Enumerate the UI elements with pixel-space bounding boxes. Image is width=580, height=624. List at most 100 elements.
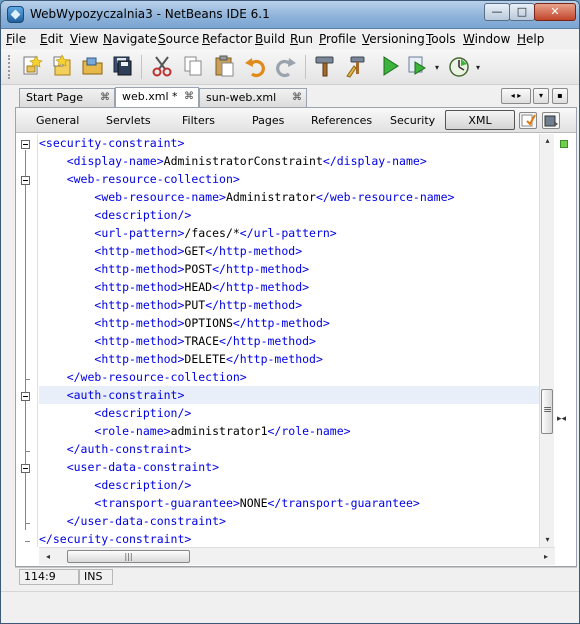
code-line[interactable]: <user-data-constraint> bbox=[39, 458, 551, 476]
code-line[interactable]: <role-name>administrator1</role-name> bbox=[39, 422, 551, 440]
menu-source[interactable]: Source bbox=[158, 32, 199, 46]
tab-web-xml[interactable]: web.xml * ⌘ bbox=[115, 87, 199, 107]
redo-icon[interactable] bbox=[274, 54, 298, 78]
tab-sun-web-xml[interactable]: sun-web.xml ⌘ bbox=[199, 88, 307, 107]
vertical-scrollbar[interactable]: ▴ ▾ bbox=[539, 134, 554, 547]
menu-window[interactable]: Window bbox=[463, 32, 510, 46]
fold-toggle-web-resource-collection[interactable] bbox=[21, 176, 30, 185]
subtab-pages[interactable]: Pages bbox=[252, 114, 284, 127]
horizontal-scroll-thumb[interactable]: ||| bbox=[67, 550, 190, 563]
code-line[interactable]: </user-data-constraint> bbox=[39, 512, 551, 530]
title-bar[interactable]: WebWypozyczalnia3 - NetBeans IDE 6.1 — □… bbox=[1, 1, 579, 29]
debug-dropdown-arrow[interactable]: ▾ bbox=[435, 63, 439, 72]
code-line[interactable]: <security-constraint> bbox=[39, 134, 551, 152]
menu-navigate[interactable]: Navigate bbox=[103, 32, 157, 46]
undo-icon[interactable] bbox=[243, 54, 267, 78]
profile-icon[interactable] bbox=[447, 54, 471, 78]
xml-tag: <description/> bbox=[94, 208, 192, 222]
scroll-down-button[interactable]: ▾ bbox=[540, 533, 555, 547]
subtab-security[interactable]: Security bbox=[390, 114, 435, 127]
code-line[interactable]: </security-constraint> bbox=[39, 530, 551, 547]
close-button[interactable]: ✕ bbox=[534, 3, 576, 21]
code-line[interactable]: </auth-constraint> bbox=[39, 440, 551, 458]
scroll-up-button[interactable]: ▴ bbox=[540, 134, 555, 148]
code-line[interactable]: <http-method>HEAD</http-method> bbox=[39, 278, 551, 296]
tab-scroll-buttons[interactable]: ◂ ▸ bbox=[501, 88, 531, 104]
subtab-xml[interactable]: XML bbox=[445, 110, 515, 130]
fold-toggle-security-constraint[interactable] bbox=[21, 140, 30, 149]
subtab-references[interactable]: References bbox=[311, 114, 372, 127]
menu-help[interactable]: Help bbox=[517, 32, 544, 46]
code-line[interactable]: <auth-constraint> bbox=[39, 386, 551, 404]
code-line[interactable]: </web-resource-collection> bbox=[39, 368, 551, 386]
code-line[interactable]: <description/> bbox=[39, 476, 551, 494]
restore-window-button[interactable]: ▪ bbox=[552, 88, 568, 104]
code-line[interactable]: <http-method>DELETE</http-method> bbox=[39, 350, 551, 368]
xml-check-icon[interactable] bbox=[519, 112, 537, 129]
run-icon[interactable] bbox=[378, 54, 402, 78]
menu-refactor[interactable]: Refactor bbox=[202, 32, 252, 46]
tab-start-page[interactable]: Start Page ⌘ bbox=[19, 88, 115, 107]
code-line[interactable]: <http-method>TRACE</http-method> bbox=[39, 332, 551, 350]
scroll-left-button[interactable]: ◂ bbox=[41, 550, 55, 564]
code-line[interactable]: <http-method>GET</http-method> bbox=[39, 242, 551, 260]
new-project-icon[interactable] bbox=[20, 54, 44, 78]
code-line[interactable]: <description/> bbox=[39, 404, 551, 422]
xml-tag: </security-constraint> bbox=[39, 532, 192, 546]
code-line[interactable]: <transport-guarantee>NONE</transport-gua… bbox=[39, 494, 551, 512]
subtab-filters[interactable]: Filters bbox=[182, 114, 215, 127]
xml-tag: <http-method> bbox=[94, 244, 185, 258]
cut-icon[interactable] bbox=[150, 54, 174, 78]
scroll-right-button[interactable]: ▸ bbox=[539, 550, 553, 564]
code-area[interactable]: <security-constraint> <display-name>Admi… bbox=[39, 134, 551, 547]
tab-list-dropdown[interactable]: ▾ bbox=[533, 88, 549, 104]
code-line[interactable]: <web-resource-collection> bbox=[39, 170, 551, 188]
subtab-servlets[interactable]: Servlets bbox=[106, 114, 151, 127]
menu-edit[interactable]: Edit bbox=[40, 32, 63, 46]
new-file-icon[interactable] bbox=[50, 54, 74, 78]
tab-label: sun-web.xml bbox=[206, 91, 277, 104]
menu-profile[interactable]: Profile bbox=[319, 32, 356, 46]
debug-icon[interactable] bbox=[406, 54, 430, 78]
xml-text: GET bbox=[184, 244, 206, 258]
menu-build[interactable]: Build bbox=[255, 32, 285, 46]
minimize-button[interactable]: — bbox=[484, 3, 510, 21]
save-all-icon[interactable] bbox=[111, 54, 135, 78]
close-tab-icon[interactable]: ⌘ bbox=[292, 92, 302, 103]
menu-file[interactable]: File bbox=[6, 32, 26, 46]
code-line[interactable]: <http-method>POST</http-method> bbox=[39, 260, 551, 278]
menu-versioning[interactable]: Versioning bbox=[362, 32, 425, 46]
menu-run[interactable]: Run bbox=[290, 32, 313, 46]
validate-xml-icon[interactable] bbox=[542, 112, 560, 129]
xml-tag: </http-method> bbox=[212, 280, 310, 294]
profile-dropdown-arrow[interactable]: ▾ bbox=[476, 63, 480, 72]
close-tab-icon[interactable]: ⌘ bbox=[100, 92, 110, 103]
open-project-icon[interactable] bbox=[81, 54, 105, 78]
code-line[interactable]: <description/> bbox=[39, 206, 551, 224]
code-line[interactable]: <display-name>AdministratorConstraint</d… bbox=[39, 152, 551, 170]
paste-icon[interactable] bbox=[213, 54, 237, 78]
code-line[interactable]: <url-pattern>/faces/*</url-pattern> bbox=[39, 224, 551, 242]
fold-toggle-user-data-constraint[interactable] bbox=[21, 464, 30, 473]
build-icon[interactable] bbox=[313, 54, 337, 78]
subtab-general[interactable]: General bbox=[36, 114, 79, 127]
error-stripe[interactable]: ▸◂ bbox=[554, 134, 576, 547]
toolbar-grip[interactable] bbox=[8, 55, 12, 79]
code-line[interactable]: <http-method>OPTIONS</http-method> bbox=[39, 314, 551, 332]
xml-tag: </http-method> bbox=[212, 262, 310, 276]
copy-icon[interactable] bbox=[181, 54, 205, 78]
menu-view[interactable]: View bbox=[70, 32, 98, 46]
clean-build-icon[interactable] bbox=[345, 54, 369, 78]
horizontal-scrollbar[interactable]: ◂ ||| ▸ bbox=[39, 547, 555, 565]
code-line[interactable]: <http-method>PUT</http-method> bbox=[39, 296, 551, 314]
close-tab-icon[interactable]: ⌘ bbox=[184, 91, 194, 102]
menu-tools[interactable]: Tools bbox=[426, 32, 456, 46]
fold-toggle-auth-constraint[interactable] bbox=[21, 392, 30, 401]
code-line[interactable]: <web-resource-name>Administrator</web-re… bbox=[39, 188, 551, 206]
vertical-scroll-thumb[interactable] bbox=[541, 389, 553, 434]
maximize-button[interactable]: □ bbox=[509, 3, 535, 21]
